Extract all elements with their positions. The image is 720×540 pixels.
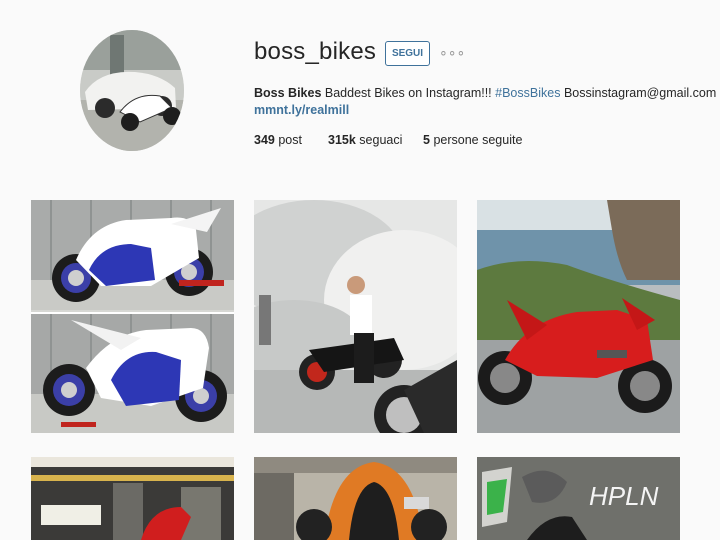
follow-button[interactable]: SEGUI <box>385 41 430 66</box>
profile-avatar <box>80 30 184 151</box>
post-tile[interactable] <box>477 200 680 433</box>
stat-followers[interactable]: 315k seguaci <box>328 133 402 147</box>
post-tile[interactable] <box>31 457 234 540</box>
bio-name: Boss Bikes <box>254 86 322 100</box>
stat-following-count: 5 <box>423 133 430 147</box>
bio-hashtag[interactable]: #BossBikes <box>495 86 560 100</box>
svg-text:HPLN: HPLN <box>589 481 659 511</box>
post-tile[interactable] <box>254 457 457 540</box>
bio-email: Bossinstagram@gmail.com <box>563 86 717 100</box>
profile-username: boss_bikes <box>254 38 377 65</box>
stat-followers-count: 315k <box>328 133 356 147</box>
stat-following-label: persone seguite <box>433 133 523 147</box>
stat-followers-label: seguaci <box>359 133 403 147</box>
stat-posts-label: post <box>278 133 302 147</box>
stat-following[interactable]: 5 persone seguite <box>423 133 522 147</box>
more-options-icon[interactable]: ∘∘∘ <box>439 44 465 61</box>
bio-text: Baddest Bikes on Instagram!!! <box>324 86 492 100</box>
stat-posts-count: 349 <box>254 133 275 147</box>
post-tile[interactable]: HPLN <box>477 457 680 540</box>
post-tile[interactable] <box>31 200 234 433</box>
stat-posts: 349 post <box>254 133 302 147</box>
profile-bio: Boss Bikes Baddest Bikes on Instagram!!!… <box>254 84 716 102</box>
post-tile[interactable] <box>254 200 457 433</box>
profile-link[interactable]: mmnt.ly/realmill <box>254 103 349 117</box>
